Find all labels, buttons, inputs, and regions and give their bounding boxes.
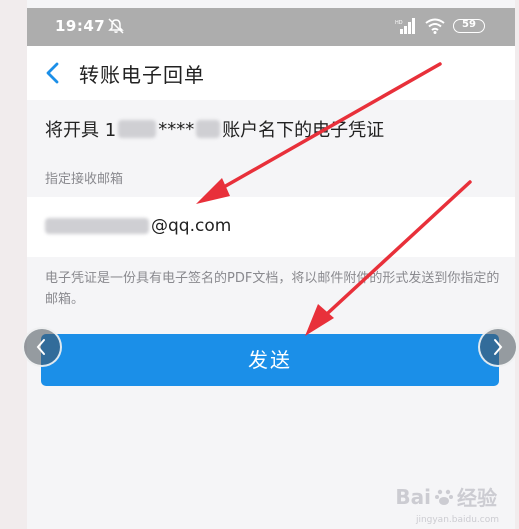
info-text: 电子凭证是一份具有电子签名的PDF文档，将以邮件附件的形式发送到你指定的邮箱。 [45, 271, 500, 307]
page-title: 转账电子回单 [79, 63, 205, 87]
battery-level: 59 [462, 19, 476, 30]
chevron-left-icon[interactable] [43, 61, 65, 85]
chevron-left-icon [36, 339, 45, 355]
masked-email-user [45, 218, 149, 234]
nav-bar: 转账电子回单 [27, 46, 515, 100]
voucher-suffix: 账户名下的电子凭证 [222, 120, 385, 141]
status-indicators: HD 59 [395, 18, 485, 34]
signal-icon: HD [395, 18, 415, 34]
screenshot-frame: 19:47 HD 59 转账电子回单 将开具 1 **** 账户名下的电子凭证 … [0, 0, 519, 529]
email-field[interactable]: @qq.com [27, 197, 515, 257]
chevron-right-icon [494, 339, 503, 355]
voucher-header: 将开具 1 **** 账户名下的电子凭证 [27, 100, 515, 156]
email-label: 指定接收邮箱 [45, 172, 124, 187]
masked-account-part [118, 120, 157, 138]
masked-account-part [196, 120, 221, 138]
voucher-prefix: 将开具 1 [45, 120, 117, 141]
voucher-description: 将开具 1 **** 账户名下的电子凭证 [45, 116, 384, 142]
voucher-mask: **** [158, 118, 195, 140]
carousel-prev-button[interactable] [22, 327, 62, 367]
wifi-icon [425, 18, 445, 34]
mute-icon [108, 18, 124, 34]
email-value: @qq.com [45, 216, 231, 236]
send-button[interactable]: 发送 [41, 334, 499, 386]
carousel-next-button[interactable] [478, 327, 518, 367]
battery-icon: 59 [453, 19, 485, 33]
email-domain: @qq.com [151, 216, 232, 236]
status-bar: 19:47 HD 59 [27, 8, 515, 46]
svg-text:HD: HD [395, 20, 403, 26]
phone-screen: 19:47 HD 59 转账电子回单 将开具 1 **** 账户名下的电子凭证 … [27, 0, 515, 529]
status-time: 19:47 [55, 17, 106, 35]
